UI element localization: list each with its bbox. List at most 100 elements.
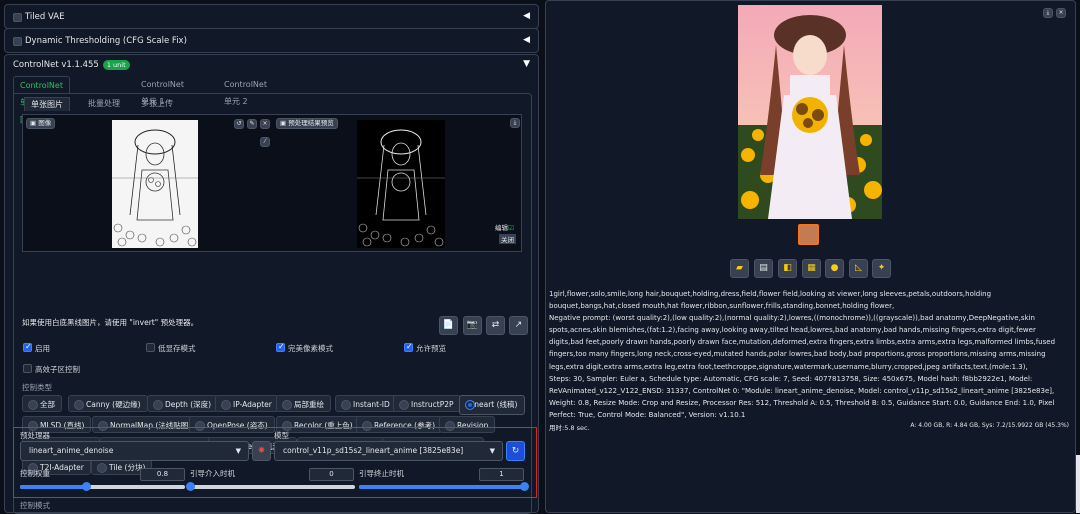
- image-label-text: 图像: [38, 119, 52, 127]
- preprocessor-label: 预处理器: [20, 431, 50, 440]
- low-vram-checkbox[interactable]: [146, 343, 155, 352]
- tab-unit-0[interactable]: ControlNet 单元 0 [Lineart]: [13, 76, 70, 124]
- triangle-ruler-icon[interactable]: ◺: [849, 259, 868, 278]
- save-icon[interactable]: ▤: [754, 259, 773, 278]
- download-icon[interactable]: ⤓: [1043, 8, 1053, 18]
- weight-label: 控制权重: [20, 469, 50, 478]
- collapse-arrow-icon[interactable]: ◀: [523, 35, 530, 45]
- allow-preview-checkbox[interactable]: [404, 342, 413, 352]
- weight-input[interactable]: 0.8: [140, 468, 185, 481]
- start-label: 引导介入时机: [190, 469, 235, 478]
- dynamic-threshold-label: Dynamic Thresholding (CFG Scale Fix): [25, 36, 187, 46]
- image-icon: ▣: [30, 119, 37, 127]
- efficient-region-checkbox[interactable]: [23, 364, 32, 373]
- left-panel: Tiled VAE ◀ Dynamic Thresholding (CFG Sc…: [4, 0, 539, 514]
- low-vram-label: 低显存模式: [158, 344, 196, 353]
- chevron-down-icon: ▼: [235, 447, 241, 455]
- close-icon[interactable]: ×: [260, 119, 270, 129]
- preview-label: ▣ 预处理结果预览: [276, 118, 338, 129]
- control-type-canny[interactable]: Canny (硬边缘): [68, 395, 148, 412]
- control-type-depth[interactable]: Depth (深度): [147, 395, 219, 412]
- refresh-icon[interactable]: ↻: [506, 441, 525, 461]
- lineart-preview-image: [357, 120, 445, 248]
- brush-icon[interactable]: ⁄: [260, 137, 270, 147]
- thumbnail[interactable]: [798, 224, 819, 245]
- edit-button[interactable]: 编辑☑: [495, 222, 514, 232]
- controlnet-title[interactable]: ControlNet v1.1.455 1 unit: [13, 60, 130, 70]
- pen-icon[interactable]: ✎: [247, 119, 257, 129]
- dynamic-threshold-accordion[interactable]: Dynamic Thresholding (CFG Scale Fix) ◀: [4, 28, 539, 53]
- end-slider-thumb[interactable]: [520, 482, 529, 491]
- enable-checkbox[interactable]: [23, 342, 32, 352]
- dynamic-threshold-checkbox[interactable]: [13, 37, 22, 46]
- pixel-perfect-label: 完美像素模式: [288, 344, 333, 353]
- tab-batch[interactable]: 批量处理: [88, 98, 120, 109]
- camera-icon[interactable]: 📷: [463, 316, 482, 335]
- weight-slider-thumb[interactable]: [82, 482, 91, 491]
- preview-label-text: 预处理结果预览: [288, 119, 334, 127]
- tiled-vae-checkbox[interactable]: [13, 13, 22, 22]
- folder-icon[interactable]: ▰: [730, 259, 749, 278]
- end-input[interactable]: 1: [479, 468, 524, 481]
- preview-icon: ▣: [280, 119, 287, 127]
- tab-single-image[interactable]: 单张图片: [24, 97, 70, 111]
- run-preprocessor-icon[interactable]: ✸: [252, 441, 271, 461]
- tab-multi-upload[interactable]: 多张上传: [141, 98, 173, 109]
- tiled-vae-accordion[interactable]: Tiled VAE ◀: [4, 4, 539, 29]
- model-value: control_v11p_sd15s2_lineart_anime [3825e…: [283, 446, 464, 455]
- model-label: 模型: [274, 431, 289, 440]
- control-type-lineart[interactable]: Lineart (线稿): [459, 395, 525, 415]
- control-type-all[interactable]: 全部: [22, 395, 62, 412]
- edit-label: 编辑: [495, 224, 508, 232]
- tab-unit-2[interactable]: ControlNet 单元 2: [218, 76, 273, 106]
- close-button[interactable]: 关闭: [499, 234, 516, 244]
- sparkle-icon[interactable]: ✦: [872, 259, 891, 278]
- output-panel: ⤓ × ▰ ▤ ◧ ▦ ● ◺ ✦ 1girl,flower,solo,smil…: [545, 0, 1076, 513]
- time-taken: 用时:5.8 sec.: [549, 424, 590, 432]
- weight-slider[interactable]: [20, 482, 185, 491]
- new-canvas-icon[interactable]: 📄: [439, 316, 458, 335]
- scrollbar[interactable]: [1076, 455, 1080, 513]
- undo-icon[interactable]: ↺: [234, 119, 244, 129]
- vram-usage: A: 4.00 GB, R: 4.84 GB, Sys: 7.2/15.9922…: [910, 422, 1069, 429]
- image-label: ▣ 图像: [26, 118, 56, 129]
- model-select[interactable]: control_v11p_sd15s2_lineart_anime [3825e…: [274, 441, 503, 461]
- enable-label: 启用: [35, 344, 50, 353]
- collapse-arrow-icon[interactable]: ▼: [523, 59, 530, 69]
- collapse-arrow-icon[interactable]: ◀: [523, 11, 530, 21]
- pixel-perfect-checkbox[interactable]: [276, 342, 285, 352]
- swap-icon[interactable]: ⇄: [486, 316, 505, 335]
- control-type-label: 控制类型: [22, 383, 52, 392]
- image-input-area[interactable]: ▣ 图像 ↺ ✎ × ⁄ ▣ 预处理结果预览 ⤓ 编辑☑ 关闭: [22, 114, 522, 252]
- palette-icon[interactable]: ●: [825, 259, 844, 278]
- start-slider-thumb[interactable]: [186, 482, 195, 491]
- weight-slider-fill: [20, 485, 86, 489]
- preprocessor-select[interactable]: lineart_anime_denoise ▼: [20, 441, 249, 461]
- preprocessor-value: lineart_anime_denoise: [29, 446, 114, 455]
- lineart-input-image[interactable]: [112, 120, 198, 248]
- unit-badge: 1 unit: [102, 60, 130, 70]
- prompt-text: 1girl,flower,solo,smile,long hair,bouque…: [549, 290, 992, 311]
- hint-text: 如果使用白底黑线图片，请使用 "invert" 预处理器。: [22, 318, 199, 327]
- control-type-instant-id[interactable]: Instant-ID: [335, 395, 397, 412]
- params-text: Steps: 30, Sampler: Euler a, Schedule ty…: [549, 374, 1055, 419]
- tab-unit-1[interactable]: ControlNet 单元 1: [135, 76, 190, 106]
- control-type-inpaint[interactable]: 局部重绘: [276, 395, 331, 412]
- edit-icon: ☑: [508, 224, 514, 232]
- allow-preview-label: 允许预览: [416, 344, 446, 353]
- end-slider-fill: [359, 485, 524, 489]
- send-icon[interactable]: ↗: [509, 316, 528, 335]
- tiled-vae-label: Tiled VAE: [25, 12, 65, 22]
- image-icon[interactable]: ▦: [802, 259, 821, 278]
- control-type-ip-adapter[interactable]: IP-Adapter: [215, 395, 279, 412]
- chevron-down-icon: ▼: [489, 447, 495, 455]
- close-icon[interactable]: ×: [1056, 8, 1066, 18]
- control-type-instructp2p[interactable]: InstructP2P: [393, 395, 461, 412]
- end-slider[interactable]: [359, 482, 529, 491]
- start-slider[interactable]: [186, 482, 355, 491]
- zip-icon[interactable]: ◧: [778, 259, 797, 278]
- download-icon[interactable]: ⤓: [510, 118, 520, 128]
- negative-prompt-text: Negative prompt: (worst quality:2),(low …: [549, 314, 1056, 371]
- start-input[interactable]: 0: [309, 468, 354, 481]
- generated-image[interactable]: [738, 5, 882, 219]
